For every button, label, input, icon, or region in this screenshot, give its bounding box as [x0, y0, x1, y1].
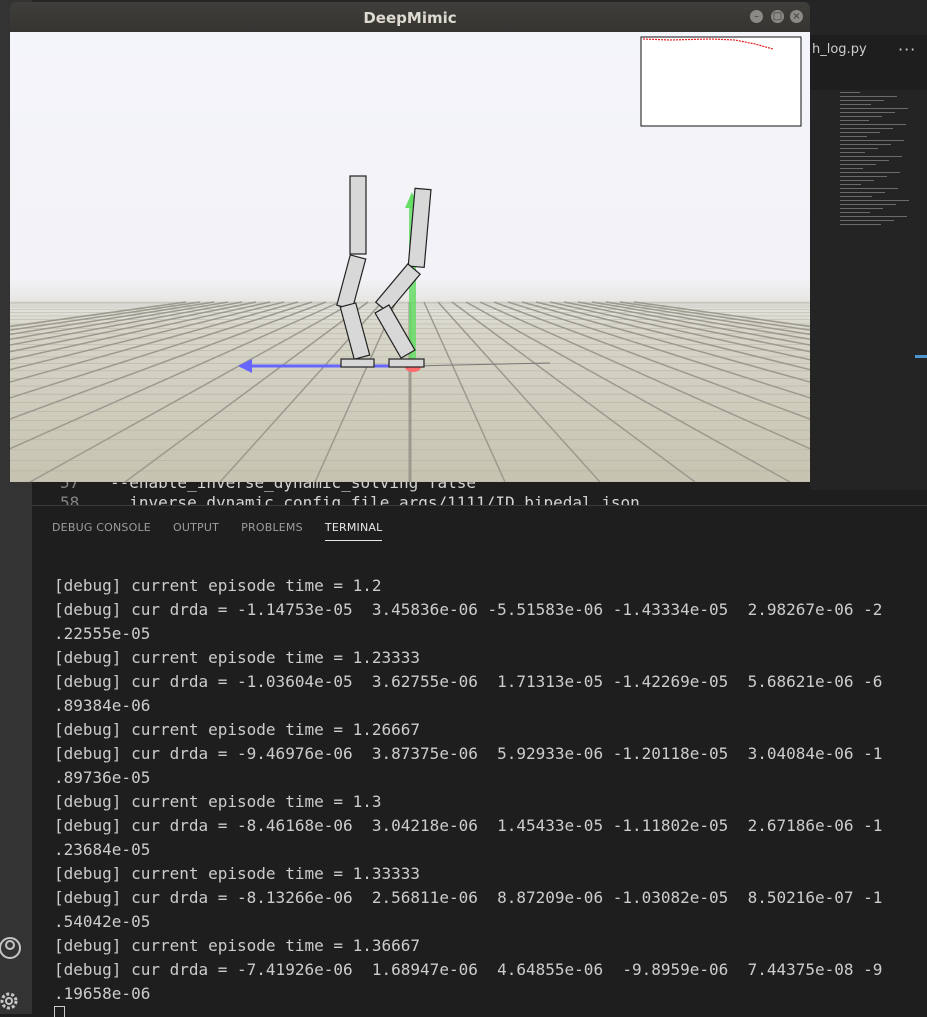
terminal-line: [debug] current episode time = 1.33333	[54, 864, 421, 883]
right-foot	[388, 358, 425, 368]
maximize-icon[interactable]: □	[771, 10, 784, 23]
terminal-cursor	[54, 1006, 65, 1017]
scroll-marker	[915, 355, 927, 358]
minimap-line	[840, 160, 889, 161]
minimap-line	[840, 184, 861, 185]
terminal-line: [debug] current episode time = 1.23333	[54, 648, 421, 667]
terminal-line: .23684e-05	[54, 840, 151, 859]
minimap-line	[840, 132, 880, 133]
deepmimic-titlebar[interactable]: DeepMimic – □ ×	[10, 2, 810, 32]
minimap-line	[840, 136, 867, 137]
minimap-line	[840, 148, 878, 149]
minimap-line	[840, 204, 896, 205]
deepmimic-window[interactable]: DeepMimic – □ ×	[10, 2, 810, 482]
minimap-line	[840, 104, 871, 105]
minimap-line	[840, 196, 872, 197]
left-thigh	[349, 175, 367, 255]
panel-tabs: DEBUG CONSOLE OUTPUT PROBLEMS TERMINAL	[52, 516, 399, 542]
minimap-line	[840, 212, 870, 213]
minimap-line	[840, 144, 891, 145]
terminal-line: [debug] current episode time = 1.36667	[54, 936, 421, 955]
minimap-line	[840, 156, 902, 157]
minimap-line	[840, 124, 906, 125]
minimap-line	[840, 100, 884, 101]
terminal-line: [debug] current episode time = 1.3	[54, 792, 382, 811]
terminal-output[interactable]: [debug] current episode time = 1.2 [debug…	[54, 574, 919, 1006]
terminal-line: .19658e-06	[54, 984, 151, 1003]
minimap-line	[840, 164, 876, 165]
minimize-icon[interactable]: –	[750, 10, 763, 23]
terminal-line: [debug] current episode time = 1.26667	[54, 720, 421, 739]
minimap-line	[840, 172, 900, 173]
terminal-line: .89736e-05	[54, 768, 151, 787]
tab-problems[interactable]: PROBLEMS	[241, 521, 303, 540]
terminal-line: [debug] cur drda = -1.14753e-05 3.45836e…	[54, 600, 883, 619]
minimap-line	[840, 116, 882, 117]
minimap-line	[840, 128, 893, 129]
minimap-line	[840, 224, 881, 225]
close-icon[interactable]: ×	[790, 10, 803, 23]
terminal-line: [debug] cur drda = -8.13266e-06 2.56811e…	[54, 888, 883, 907]
minimap-line	[840, 200, 909, 201]
left-foot	[340, 358, 375, 368]
simulation-viewport[interactable]	[10, 32, 810, 482]
terminal-line: .22555e-05	[54, 624, 151, 643]
gear-icon[interactable]	[0, 988, 28, 1014]
minimap-line	[840, 108, 908, 109]
terminal-line: [debug] cur drda = -1.03604e-05 3.62755e…	[54, 672, 883, 691]
terminal-line: .89384e-06	[54, 696, 151, 715]
minimap-line	[840, 180, 874, 181]
minimap-line	[840, 152, 865, 153]
tab-terminal[interactable]: TERMINAL	[324, 521, 383, 541]
tab-output[interactable]: OUTPUT	[173, 521, 219, 540]
minimap-line	[840, 168, 863, 169]
minimap-line	[840, 220, 894, 221]
minimap-line	[840, 92, 860, 93]
minimap-line	[840, 216, 907, 217]
minimap-line	[840, 96, 897, 97]
more-actions-icon[interactable]: ···	[898, 40, 916, 59]
tab-debug-console[interactable]: DEBUG CONSOLE	[52, 521, 151, 540]
minimap-line	[840, 112, 895, 113]
minimap-line	[840, 208, 883, 209]
terminal-line: [debug] cur drda = -9.46976e-06 3.87375e…	[54, 744, 883, 763]
terminal-line: [debug] cur drda = -8.46168e-06 3.04218e…	[54, 816, 883, 835]
bottom-panel: DEBUG CONSOLE OUTPUT PROBLEMS TERMINAL […	[32, 505, 927, 1017]
terminal-line: [debug] cur drda = -7.41926e-06 1.68947e…	[54, 960, 883, 979]
minimap[interactable]	[840, 92, 915, 232]
editor-tab-fragment[interactable]: h_log.py	[812, 42, 867, 57]
minimap-line	[840, 176, 887, 177]
minimap-line	[840, 192, 885, 193]
minimap-line	[840, 188, 898, 189]
minimap-line	[840, 140, 904, 141]
terminal-line: .54042e-05	[54, 912, 151, 931]
reward-plot-inset	[640, 36, 802, 127]
window-title: DeepMimic	[363, 9, 457, 27]
minimap-line	[840, 120, 869, 121]
terminal-line: [debug] current episode time = 1.2	[54, 576, 382, 595]
account-icon[interactable]	[0, 935, 28, 963]
